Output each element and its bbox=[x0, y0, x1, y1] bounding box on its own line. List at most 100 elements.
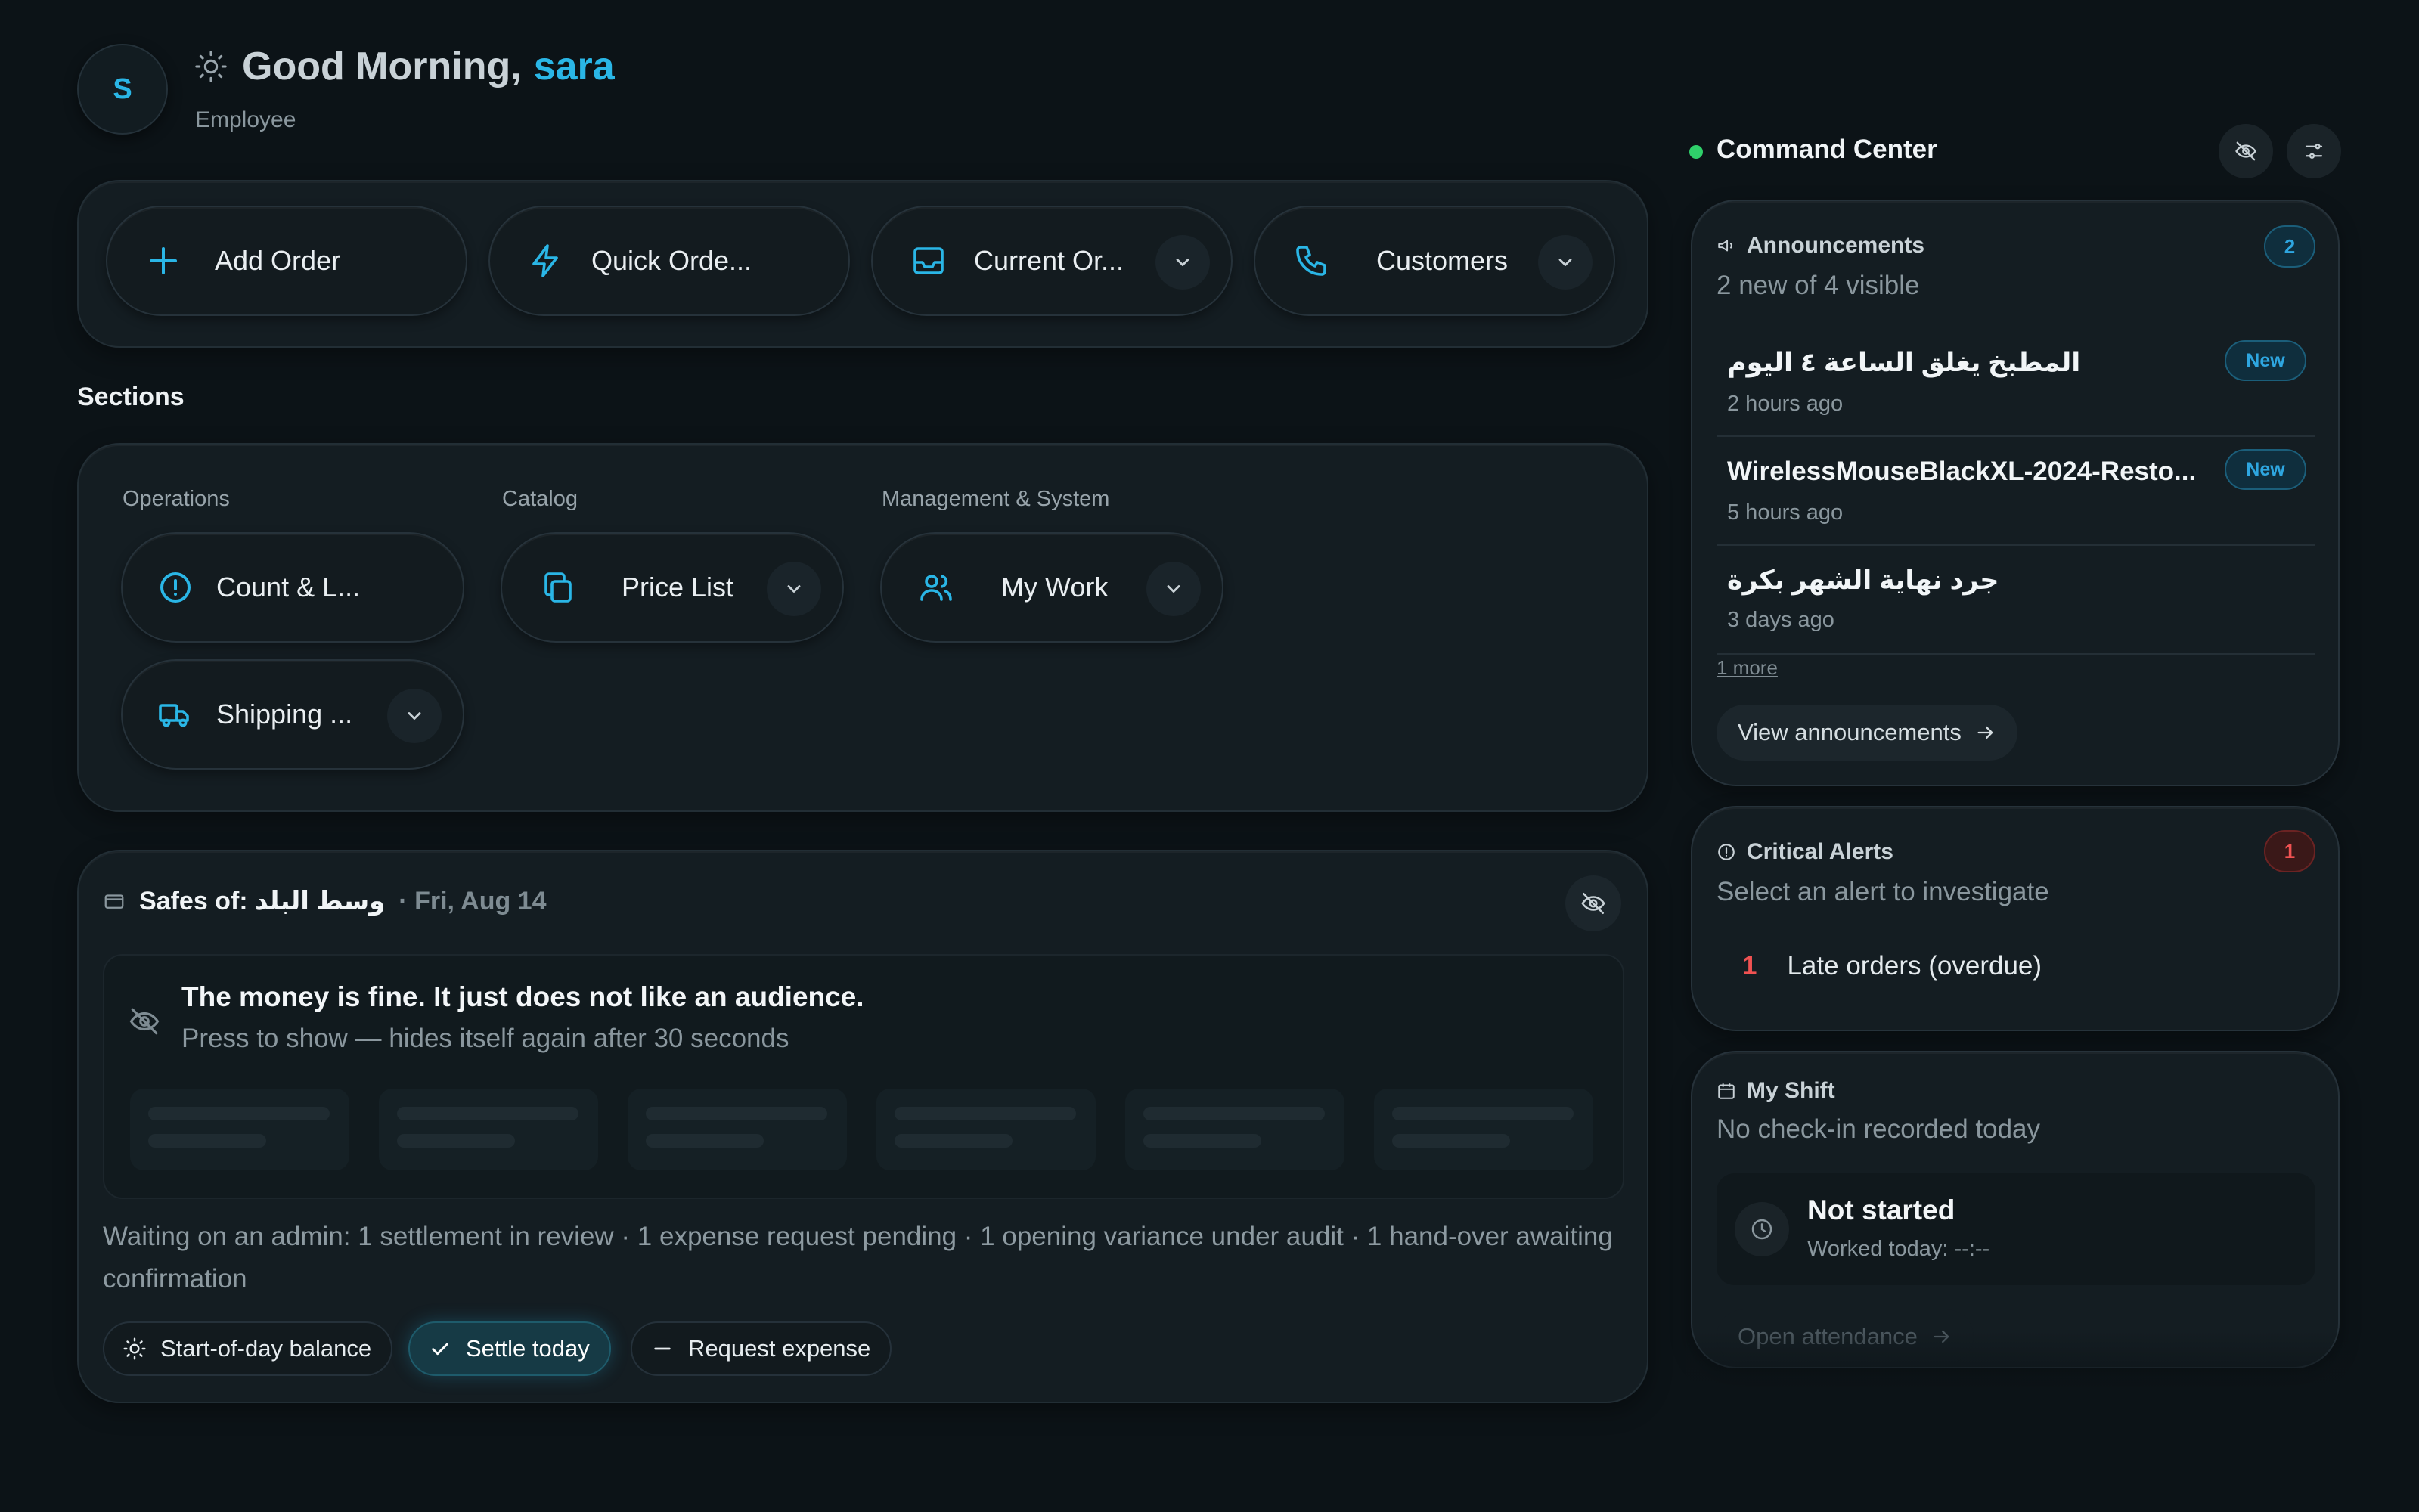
current-orders-label: Current Or... bbox=[974, 245, 1124, 276]
more-announcements-link[interactable]: 1 more bbox=[1717, 656, 1778, 680]
announcement-title: جرد نهاية الشهر بكرة bbox=[1727, 565, 1999, 595]
copy-icon bbox=[544, 572, 572, 603]
greeting-text: Good Morning, bbox=[242, 45, 522, 88]
sun-icon bbox=[123, 1337, 146, 1360]
current-orders-dropdown[interactable] bbox=[1155, 235, 1210, 290]
balance-skeleton bbox=[1374, 1089, 1593, 1170]
user-name: sara bbox=[533, 45, 615, 88]
new-badge: New bbox=[2225, 449, 2306, 490]
inbox-icon bbox=[913, 247, 944, 274]
scroll-fade bbox=[1686, 1331, 2352, 1399]
megaphone-icon bbox=[1718, 240, 1732, 252]
shift-subtitle: No check-in recorded today bbox=[1717, 1114, 2040, 1144]
alert-item-late-orders[interactable]: 1 Late orders (overdue) bbox=[1742, 951, 2042, 981]
price-list-dropdown[interactable] bbox=[767, 562, 821, 616]
shift-status-box bbox=[1717, 1173, 2315, 1285]
chevron-down-icon bbox=[1176, 259, 1189, 266]
count-label: Count & L... bbox=[216, 572, 361, 603]
sun-icon bbox=[195, 51, 227, 82]
announcement-item[interactable]: WirelessMouseBlackXL-2024-Resto... 5 hou… bbox=[1717, 446, 2315, 546]
quick-order-label: Quick Orde... bbox=[591, 245, 752, 276]
announcements-subtitle: 2 new of 4 visible bbox=[1717, 271, 1920, 300]
request-expense-label: Request expense bbox=[688, 1335, 871, 1362]
eye-off-icon bbox=[129, 1008, 160, 1035]
balance-skeleton bbox=[1125, 1089, 1344, 1170]
clock-icon bbox=[1751, 1219, 1772, 1240]
view-announcements-button[interactable]: View announcements bbox=[1717, 705, 2017, 761]
customers-button[interactable]: Customers bbox=[1254, 206, 1615, 316]
eye-off-icon bbox=[1581, 892, 1605, 915]
hidden-balance-hint: Press to show — hides itself again after… bbox=[181, 1024, 789, 1053]
avatar-initial: S bbox=[113, 73, 132, 105]
announcement-item[interactable]: المطبخ يغلق الساعة ٤ اليوم 2 hours ago N… bbox=[1717, 337, 2315, 437]
chevron-down-icon bbox=[408, 712, 421, 720]
settle-today-button[interactable]: Settle today bbox=[408, 1321, 611, 1376]
balance-skeleton bbox=[379, 1089, 598, 1170]
announcement-time: 3 days ago bbox=[1727, 608, 1834, 632]
announcement-title: WirelessMouseBlackXL-2024-Resto... bbox=[1727, 457, 2197, 486]
chevron-down-icon bbox=[787, 585, 801, 593]
hide-panel-button[interactable] bbox=[2219, 124, 2273, 178]
worked-today: Worked today: --:-- bbox=[1807, 1237, 1990, 1261]
add-order-button[interactable]: Add Order bbox=[106, 206, 467, 316]
shift-status: Not started bbox=[1807, 1194, 1955, 1225]
alerts-subtitle: Select an alert to investigate bbox=[1717, 877, 2049, 906]
chevron-down-icon bbox=[1167, 585, 1180, 593]
view-announcements-label: View announcements bbox=[1738, 719, 1962, 745]
dashboard: S Good Morning, sara Employee Add Order … bbox=[0, 0, 2419, 1512]
shipping-dropdown[interactable] bbox=[387, 689, 442, 743]
alert-count: 1 bbox=[1742, 951, 1757, 981]
avatar[interactable]: S bbox=[77, 44, 168, 135]
new-badge: New bbox=[2225, 340, 2306, 381]
group-label-operations: Operations bbox=[123, 487, 230, 511]
critical-alerts-header: Critical Alerts bbox=[1717, 839, 1893, 865]
status-dot bbox=[1689, 145, 1703, 159]
request-expense-button[interactable]: Request expense bbox=[631, 1321, 892, 1376]
balance-skeleton bbox=[876, 1089, 1096, 1170]
group-label-catalog: Catalog bbox=[502, 487, 578, 511]
settle-today-label: Settle today bbox=[466, 1335, 590, 1362]
truck-icon bbox=[159, 704, 189, 727]
start-of-day-balance-button[interactable]: Start-of-day balance bbox=[103, 1321, 393, 1376]
shipping-button[interactable]: Shipping ... bbox=[121, 659, 464, 770]
pending-admin-note: Waiting on an admin: 1 settlement in rev… bbox=[103, 1222, 1613, 1294]
plus-icon bbox=[150, 247, 177, 274]
customers-dropdown[interactable] bbox=[1538, 235, 1593, 290]
count-button[interactable]: Count & L... bbox=[121, 532, 464, 643]
chevron-down-icon bbox=[1558, 259, 1572, 266]
calendar-icon bbox=[1718, 1083, 1735, 1099]
alert-circle-icon bbox=[160, 572, 191, 603]
alert-label: Late orders (overdue) bbox=[1787, 951, 2042, 981]
announcement-time: 5 hours ago bbox=[1727, 500, 1844, 525]
clock-badge bbox=[1735, 1202, 1789, 1256]
announcements-header: Announcements bbox=[1717, 233, 1924, 259]
start-of-day-label: Start-of-day balance bbox=[160, 1335, 372, 1362]
command-center-title: Command Center bbox=[1717, 135, 1937, 164]
my-work-dropdown[interactable] bbox=[1146, 562, 1201, 616]
price-list-button[interactable]: Price List bbox=[501, 532, 844, 643]
current-orders-button[interactable]: Current Or... bbox=[871, 206, 1233, 316]
customers-label: Customers bbox=[1376, 245, 1509, 276]
quick-order-button[interactable]: Quick Orde... bbox=[488, 206, 850, 316]
critical-alerts-title: Critical Alerts bbox=[1747, 839, 1893, 864]
alert-circle-icon bbox=[1718, 844, 1735, 860]
balance-skeleton bbox=[628, 1089, 847, 1170]
user-role: Employee bbox=[195, 107, 296, 132]
announcement-time: 2 hours ago bbox=[1727, 392, 1844, 416]
announcement-title: المطبخ يغلق الساعة ٤ اليوم bbox=[1727, 348, 2081, 377]
wallet-icon bbox=[104, 894, 124, 909]
alerts-count-badge: 1 bbox=[2264, 830, 2315, 872]
announcement-item[interactable]: جرد نهاية الشهر بكرة 3 days ago bbox=[1717, 555, 2315, 655]
minus-icon bbox=[654, 1347, 671, 1350]
hide-safes-button[interactable] bbox=[1565, 875, 1621, 931]
eye-off-icon bbox=[2235, 141, 2256, 161]
my-work-button[interactable]: My Work bbox=[880, 532, 1223, 643]
add-order-label: Add Order bbox=[215, 245, 341, 276]
lightning-icon bbox=[532, 244, 558, 277]
hidden-balance-title: The money is fine. It just does not like… bbox=[181, 981, 864, 1012]
safes-date: · Fri, Aug 14 bbox=[399, 886, 547, 916]
phone-icon bbox=[1296, 246, 1326, 276]
my-shift-title: My Shift bbox=[1747, 1078, 1835, 1103]
customize-panel-button[interactable] bbox=[2287, 124, 2341, 178]
my-work-label: My Work bbox=[1001, 572, 1109, 603]
